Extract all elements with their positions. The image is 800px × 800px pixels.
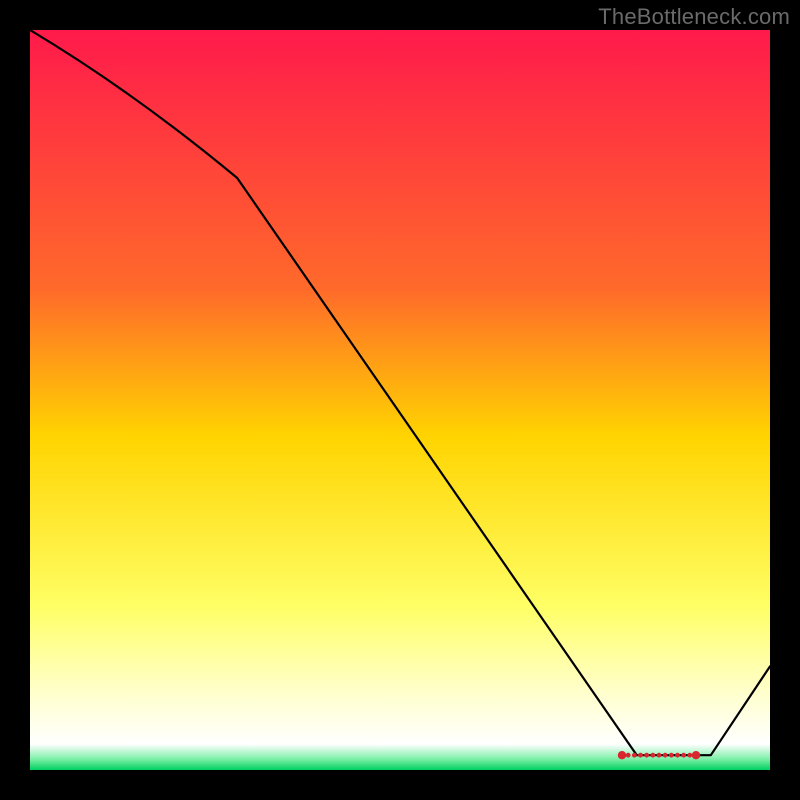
- heatmap-background: [30, 30, 770, 770]
- marker-dot: [687, 753, 692, 758]
- marker-dot: [675, 753, 680, 758]
- chart-stage: TheBottleneck.com: [0, 0, 800, 800]
- marker-dot: [626, 753, 631, 758]
- marker-dot: [638, 753, 643, 758]
- marker-dot: [618, 751, 626, 759]
- marker-dot: [657, 753, 662, 758]
- marker-dot: [692, 751, 700, 759]
- chart-svg: [30, 30, 770, 770]
- marker-dot: [644, 753, 649, 758]
- marker-dot: [632, 753, 637, 758]
- marker-dot: [663, 753, 668, 758]
- attribution-text: TheBottleneck.com: [598, 4, 790, 30]
- marker-dot: [669, 753, 674, 758]
- plot-area: [30, 30, 770, 770]
- marker-dot: [681, 753, 686, 758]
- marker-dot: [650, 753, 655, 758]
